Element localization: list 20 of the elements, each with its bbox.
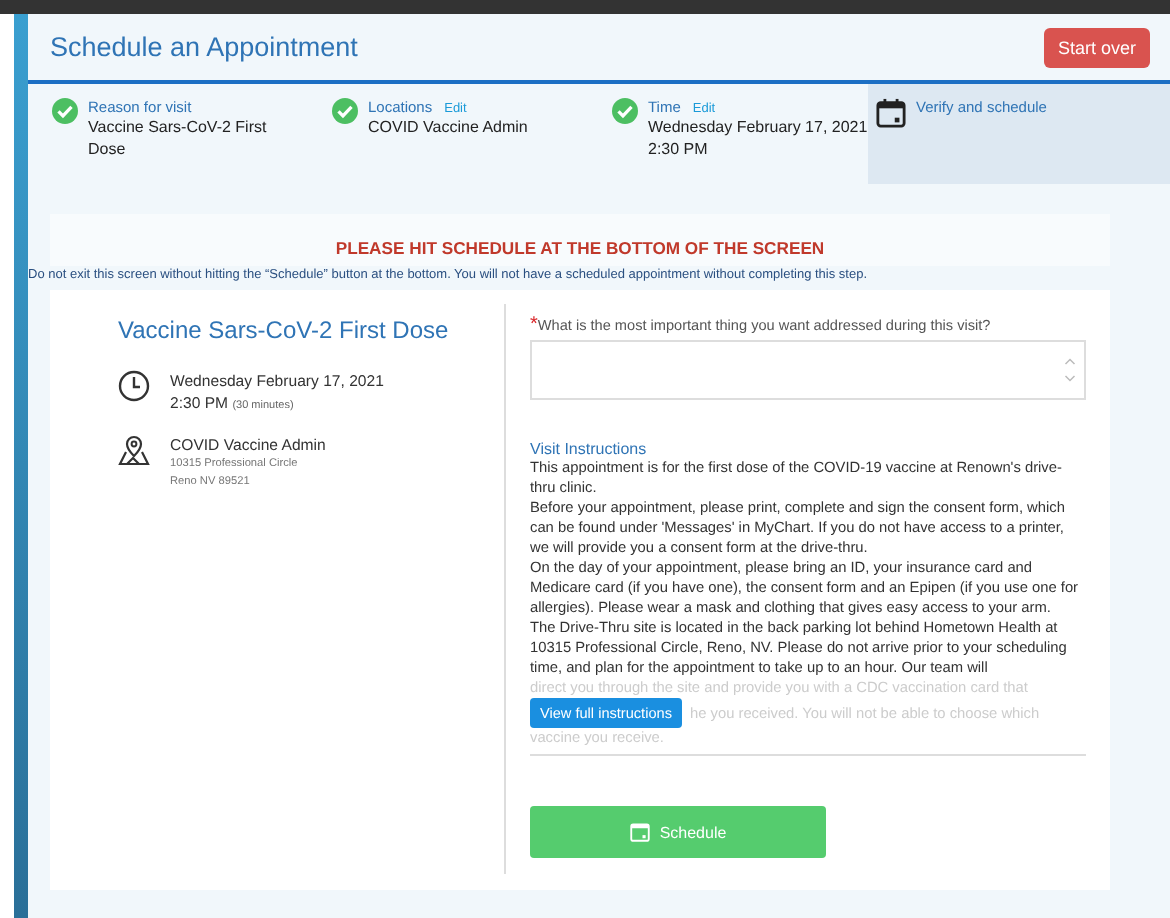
scroll-arrows-icon <box>1064 354 1076 386</box>
page-title: Schedule an Appointment <box>50 32 358 62</box>
instructions-heading: Visit Instructions <box>530 440 649 458</box>
calendar-icon <box>629 822 650 842</box>
checkmark-icon <box>612 98 638 124</box>
map-pin-icon <box>118 434 150 466</box>
visit-title: Vaccine Sars-CoV-2 First Dose <box>118 316 451 344</box>
checkmark-icon <box>52 98 78 124</box>
step-value: Dose <box>88 138 128 160</box>
step-value: 2:30 PM <box>648 138 710 160</box>
step-value: Vaccine Sars-CoV-2 First <box>88 116 267 138</box>
notice-heading: PLEASE HIT SCHEDULE AT THE BOTTOM OF THE SCREEN <box>335 238 825 258</box>
schedule-button[interactable]: Schedule <box>530 806 826 858</box>
step-value: COVID Vaccine Admin <box>368 116 528 138</box>
checkmark-icon <box>332 98 358 124</box>
start-over-button[interactable]: Start over <box>1043 27 1150 67</box>
clock-icon <box>118 370 150 402</box>
step-value: Wednesday February 17, 2021 <box>648 116 868 138</box>
calendar-icon <box>876 98 906 128</box>
answer-field[interactable] <box>530 340 1086 400</box>
